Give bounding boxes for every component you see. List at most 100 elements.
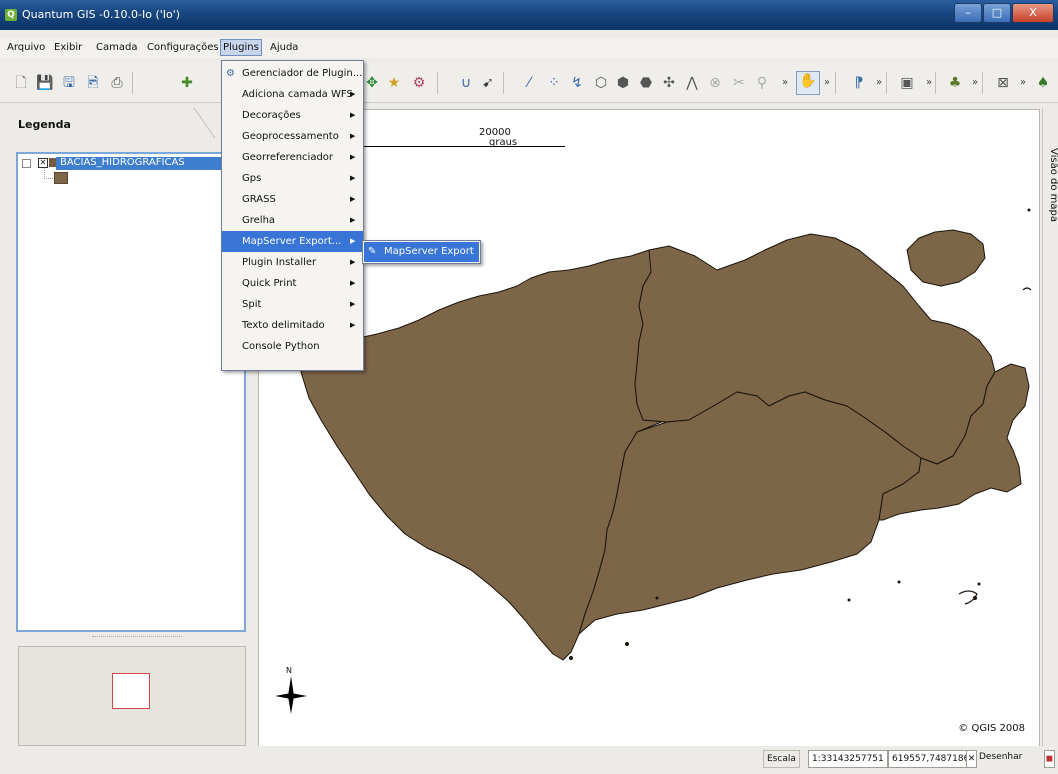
new-project-icon[interactable]: 🗋 <box>12 74 30 92</box>
menu-item-geoprocessamento[interactable]: Geoprocessamento ▶ <box>222 126 363 147</box>
menu-item-mapserver-export[interactable]: MapServer Export... ▶ <box>222 231 363 252</box>
north-arrow-icon <box>275 676 307 714</box>
paste-features-icon[interactable]: ⚲ <box>753 74 771 92</box>
basin-northeast-island-polygon <box>906 229 986 287</box>
window-controls: – □ X <box>953 3 1054 23</box>
save-as-icon[interactable]: 🖫 <box>60 74 78 92</box>
mapserver-submenu: ✎ MapServer Export <box>362 240 481 264</box>
menu-item-gps[interactable]: Gps ▶ <box>222 168 363 189</box>
menu-item-georreferenciador[interactable]: Georreferenciador ▶ <box>222 147 363 168</box>
menu-item-grass[interactable]: GRASS ▶ <box>222 189 363 210</box>
status-bar: Escala 1:33143257751 619557,7487186 ✕ De… <box>0 746 1058 774</box>
menu-item-spit[interactable]: Spit ▶ <box>222 294 363 315</box>
menu-item-grelha[interactable]: Grelha ▶ <box>222 210 363 231</box>
render-label: Desenhar <box>979 752 1023 762</box>
menu-exibir[interactable]: Exibir <box>52 41 84 54</box>
window-title: Quantum GIS -0.10.0-Io ('Io') <box>22 8 181 21</box>
select-icon[interactable]: ∪ <box>457 74 475 92</box>
toolbar-more-icon[interactable]: » <box>776 74 794 92</box>
toolbar-separator <box>935 72 936 94</box>
islet-marker <box>847 598 851 602</box>
submenu-arrow-icon: ▶ <box>350 174 356 182</box>
toolbar-separator <box>835 72 836 94</box>
capture-point-icon[interactable]: ⁘ <box>545 74 563 92</box>
layer-symbol-swatch <box>54 172 68 184</box>
menu-item-wfs[interactable]: Adiciona camada WFS ▶ <box>222 84 363 105</box>
island-outline <box>1022 287 1032 291</box>
submenu-arrow-icon: ▶ <box>350 111 356 119</box>
menu-item-console-python[interactable]: Console Python <box>222 336 363 357</box>
map-svg <box>300 208 1032 661</box>
capture-polyline-icon[interactable]: ↯ <box>568 74 586 92</box>
title-bar: Q Quantum GIS -0.10.0-Io ('Io') – □ X <box>0 0 1058 30</box>
layer-visibility-checkbox[interactable]: ✕ <box>38 158 48 168</box>
close-button[interactable]: X <box>1012 3 1054 23</box>
menu-item-decoracoes[interactable]: Decorações ▶ <box>222 105 363 126</box>
delete-vertex-icon[interactable]: ⊗ <box>706 74 724 92</box>
render-checkbox[interactable]: ✕ <box>966 750 977 768</box>
toolbar-more-icon[interactable]: » <box>1014 74 1032 92</box>
plugins-menu: ⚙ Gerenciador de Plugin... Adiciona cama… <box>221 60 364 371</box>
menu-item-plugin-installer[interactable]: Plugin Installer ▶ <box>222 252 363 273</box>
split-feature-icon[interactable]: ⬣ <box>637 74 655 92</box>
submenu-arrow-icon: ▶ <box>350 132 356 140</box>
scale-label: Escala <box>763 750 800 768</box>
move-vertex-icon[interactable]: ✣ <box>660 74 678 92</box>
remove-layer-icon[interactable]: ⚙ <box>410 74 428 92</box>
toolbar-more-icon[interactable]: » <box>818 74 836 92</box>
overview-extent-rect <box>112 673 150 709</box>
capture-polygon-icon[interactable]: ⬡ <box>592 74 610 92</box>
overview-icon[interactable]: ▣ <box>898 74 916 92</box>
minimize-button[interactable]: – <box>954 3 982 23</box>
pan-tool-icon[interactable]: ✋ <box>796 71 820 95</box>
expand-collapse-icon[interactable] <box>22 159 31 168</box>
islet-marker <box>977 582 981 586</box>
add-wms-layer-icon[interactable]: ✥ <box>363 74 381 92</box>
submenu-arrow-icon: ▶ <box>350 300 356 308</box>
zoom-last-icon[interactable]: ⊠ <box>994 74 1012 92</box>
layer-name[interactable]: BACIAS_HIDROGRAFICAS <box>60 157 185 168</box>
mapserver-icon: ✎ <box>368 246 377 257</box>
plugin-manager-icon: ⚙ <box>226 68 235 79</box>
menu-configuracoes[interactable]: Configurações <box>145 41 221 54</box>
toolbar-separator <box>886 72 887 94</box>
splitter-handle[interactable] <box>92 636 182 639</box>
legend-tree[interactable]: ✕ BACIAS_HIDROGRAFICAS <box>16 152 246 632</box>
menu-ajuda[interactable]: Ajuda <box>268 41 300 54</box>
toolbar-separator <box>132 72 133 94</box>
menu-plugins[interactable]: Plugins <box>220 39 262 56</box>
maximize-button[interactable]: □ <box>983 3 1011 23</box>
menu-item-mapserver-export-action[interactable]: ✎ MapServer Export <box>364 242 479 262</box>
menu-item-texto-delimitado[interactable]: Texto delimitado ▶ <box>222 315 363 336</box>
tree-connector <box>44 168 53 179</box>
submenu-arrow-icon: ▶ <box>350 279 356 287</box>
submenu-arrow-icon: ▶ <box>350 237 356 245</box>
grass-icon[interactable]: ♠ <box>1034 74 1052 92</box>
islet-marker <box>897 580 901 584</box>
save-image-icon[interactable]: 🖻 <box>84 74 102 92</box>
submenu-arrow-icon: ▶ <box>350 216 356 224</box>
projection-icon[interactable]: ◼ <box>1044 750 1055 768</box>
add-vector-layer-icon[interactable]: ✚ <box>178 74 196 92</box>
identify-icon[interactable]: ➹ <box>479 74 497 92</box>
menu-item-plugin-manager[interactable]: ⚙ Gerenciador de Plugin... <box>222 63 363 84</box>
scale-bar-unit: graus <box>489 137 518 148</box>
menu-arquivo[interactable]: Arquivo <box>5 41 47 54</box>
print-icon[interactable]: ⎙ <box>108 74 126 92</box>
cut-features-icon[interactable]: ✂ <box>730 74 748 92</box>
plugin-icon[interactable]: ♣ <box>946 74 964 92</box>
menu-camada[interactable]: Camada <box>94 41 139 54</box>
scale-field[interactable]: 1:33143257751 <box>808 750 888 768</box>
add-vertex-icon[interactable]: ⋀ <box>683 74 701 92</box>
move-feature-icon[interactable]: ⬢ <box>614 74 632 92</box>
main-toolbar: 🗋 💾 🖫 🖻 ⎙ ✚ ✥ ★ ⚙ ∪ ➹ ⁄ ⁘ ↯ ⬡ ⬢ ⬣ ✣ ⋀ ⊗ … <box>0 62 1058 103</box>
capture-line-icon[interactable]: ⁄ <box>520 74 538 92</box>
overview-dock[interactable]: Visão do mapa <box>1042 108 1058 748</box>
menu-item-quick-print[interactable]: Quick Print ▶ <box>222 273 363 294</box>
legend-panel: Legenda ✕ BACIAS_HIDROGRAFICAS <box>8 108 266 634</box>
map-overview[interactable] <box>18 646 246 746</box>
save-project-icon[interactable]: 💾 <box>36 74 54 92</box>
map-canvas[interactable]: 20000 graus N © QGIS 2008 <box>258 109 1040 748</box>
add-postgis-icon[interactable]: ★ <box>385 74 403 92</box>
help-icon[interactable]: ⁋ <box>850 74 868 92</box>
